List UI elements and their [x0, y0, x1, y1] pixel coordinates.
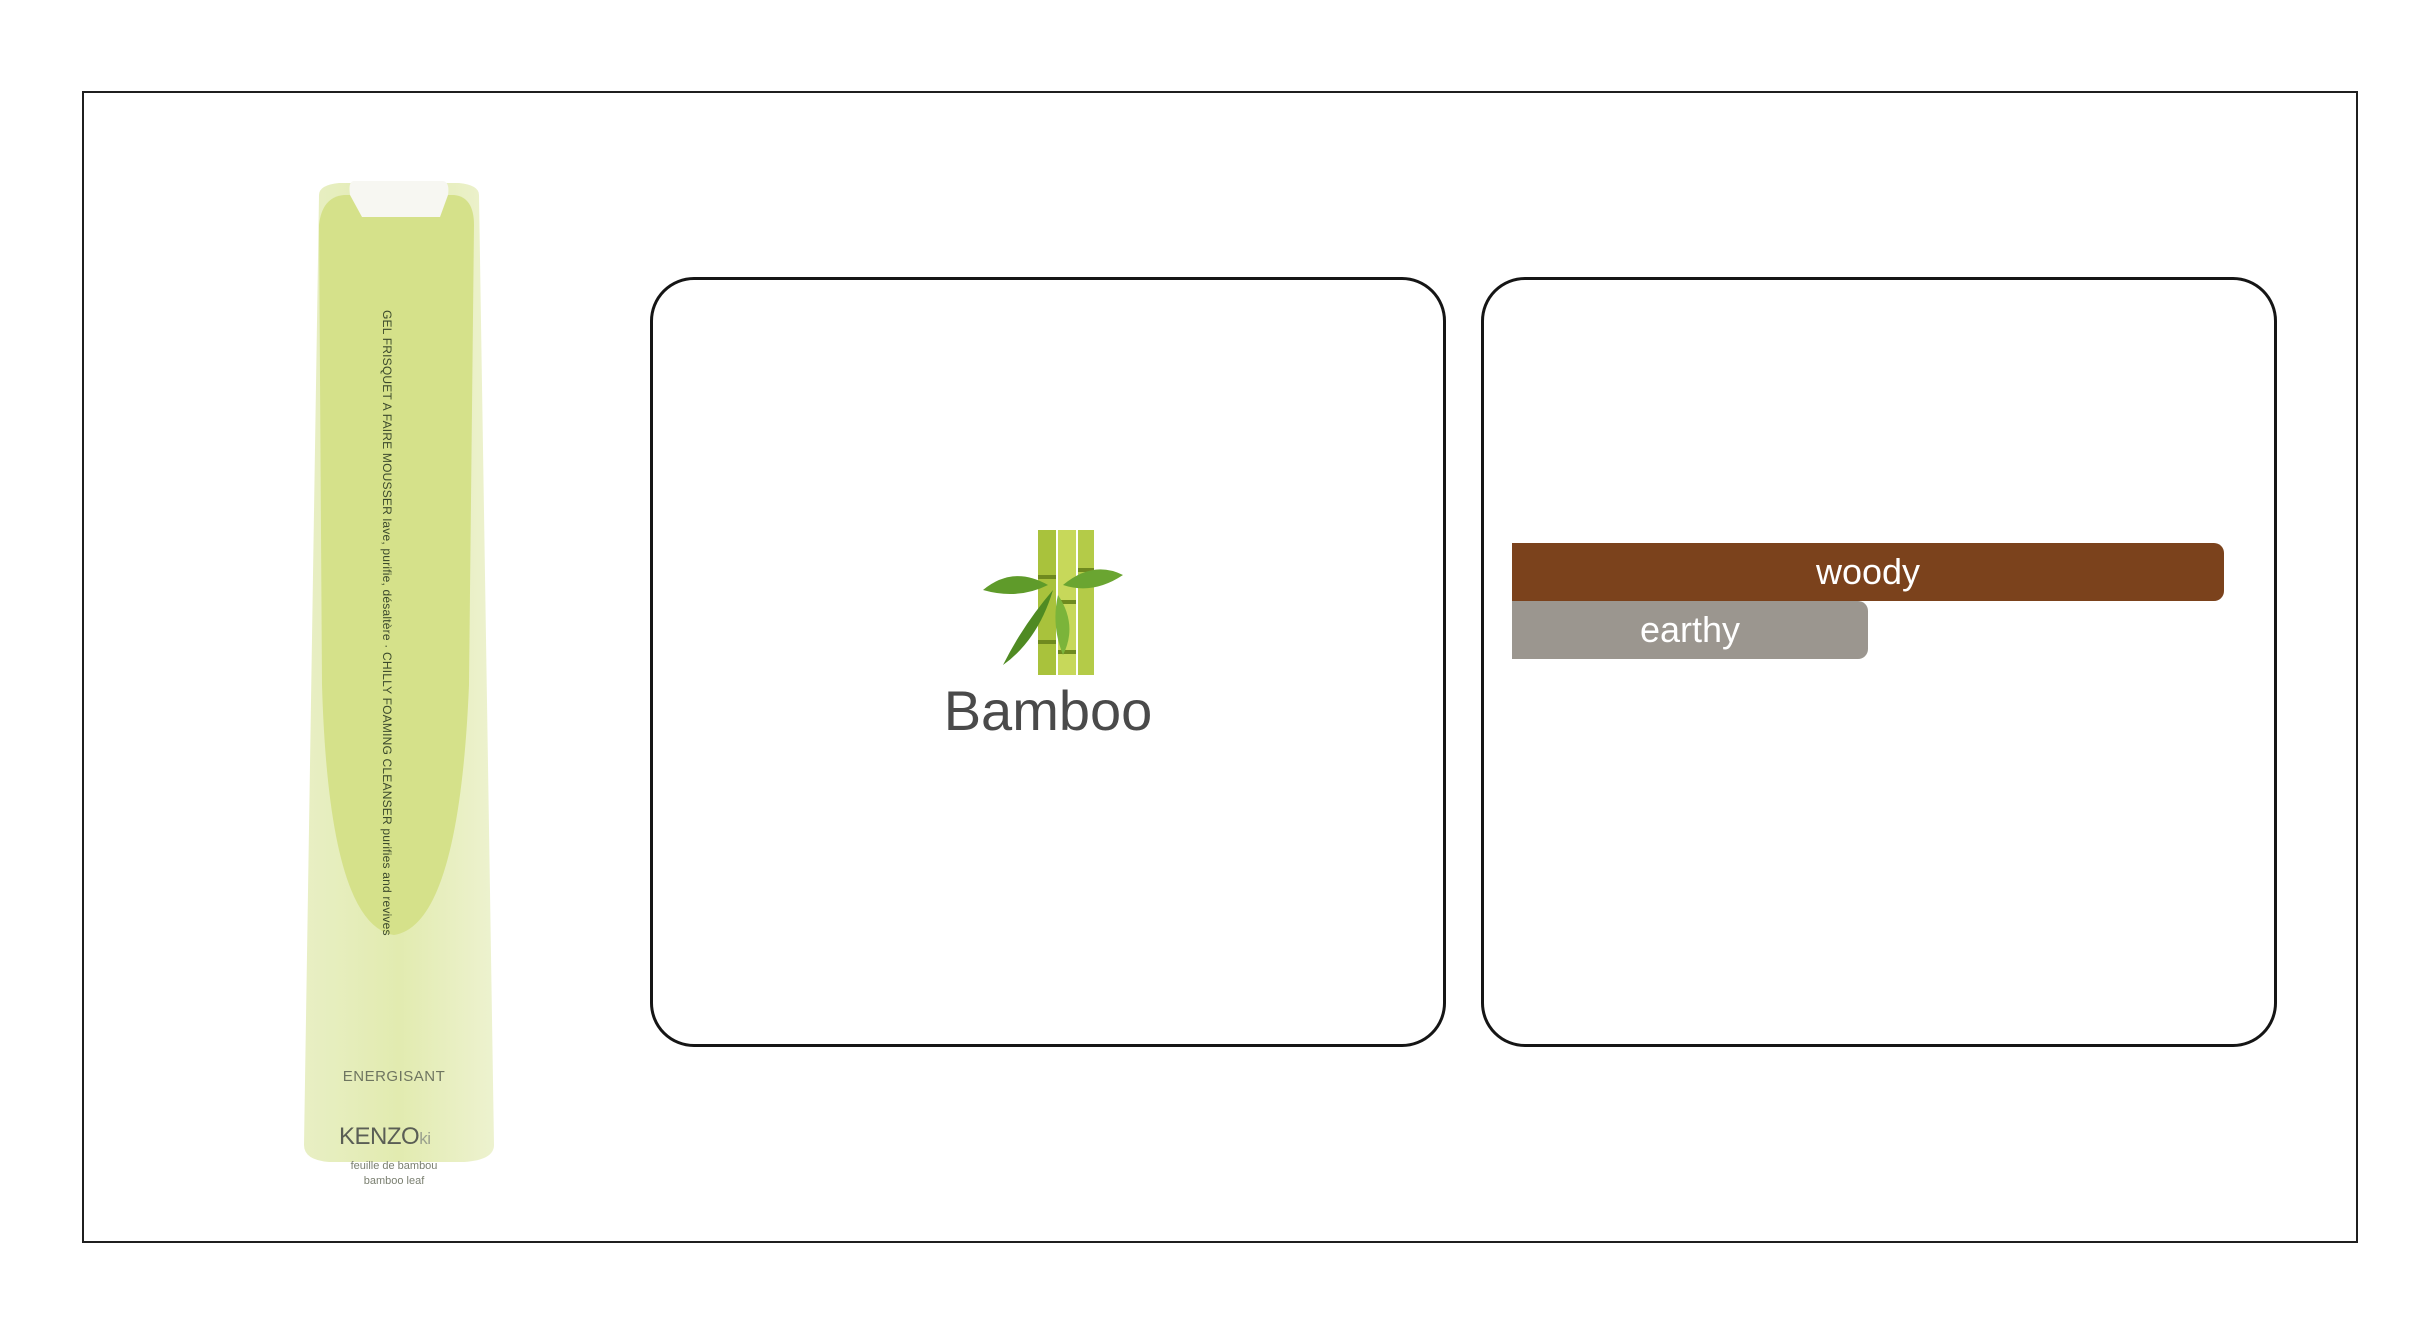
ingredient-label: Bamboo [943, 679, 1153, 742]
brand-label: KENZO [339, 1123, 420, 1150]
product-subtitle-fr: feuille de bambou [350, 1160, 438, 1172]
bamboo-icon [983, 530, 1123, 675]
note-bar-earthy: earthy [1512, 601, 1868, 659]
product-subtitle-en: bamboo leaf [363, 1175, 425, 1187]
notes-card: woody earthy [1481, 277, 2277, 1047]
bottle-vertical-text: GEL FRISQUET A FAIRE MOUSSER lave, purif… [380, 310, 394, 936]
brand-suffix: ki [419, 1129, 431, 1148]
product-image: GEL FRISQUET A FAIRE MOUSSER lave, purif… [284, 165, 504, 1187]
product-panel: GEL FRISQUET A FAIRE MOUSSER lave, purif… [82, 91, 2358, 1243]
note-bar-woody: woody [1512, 543, 2224, 601]
product-variant: ENERGISANT [342, 1068, 446, 1085]
ingredient-card: Bamboo [650, 277, 1446, 1047]
brand-name: KENZOki [339, 1123, 431, 1151]
